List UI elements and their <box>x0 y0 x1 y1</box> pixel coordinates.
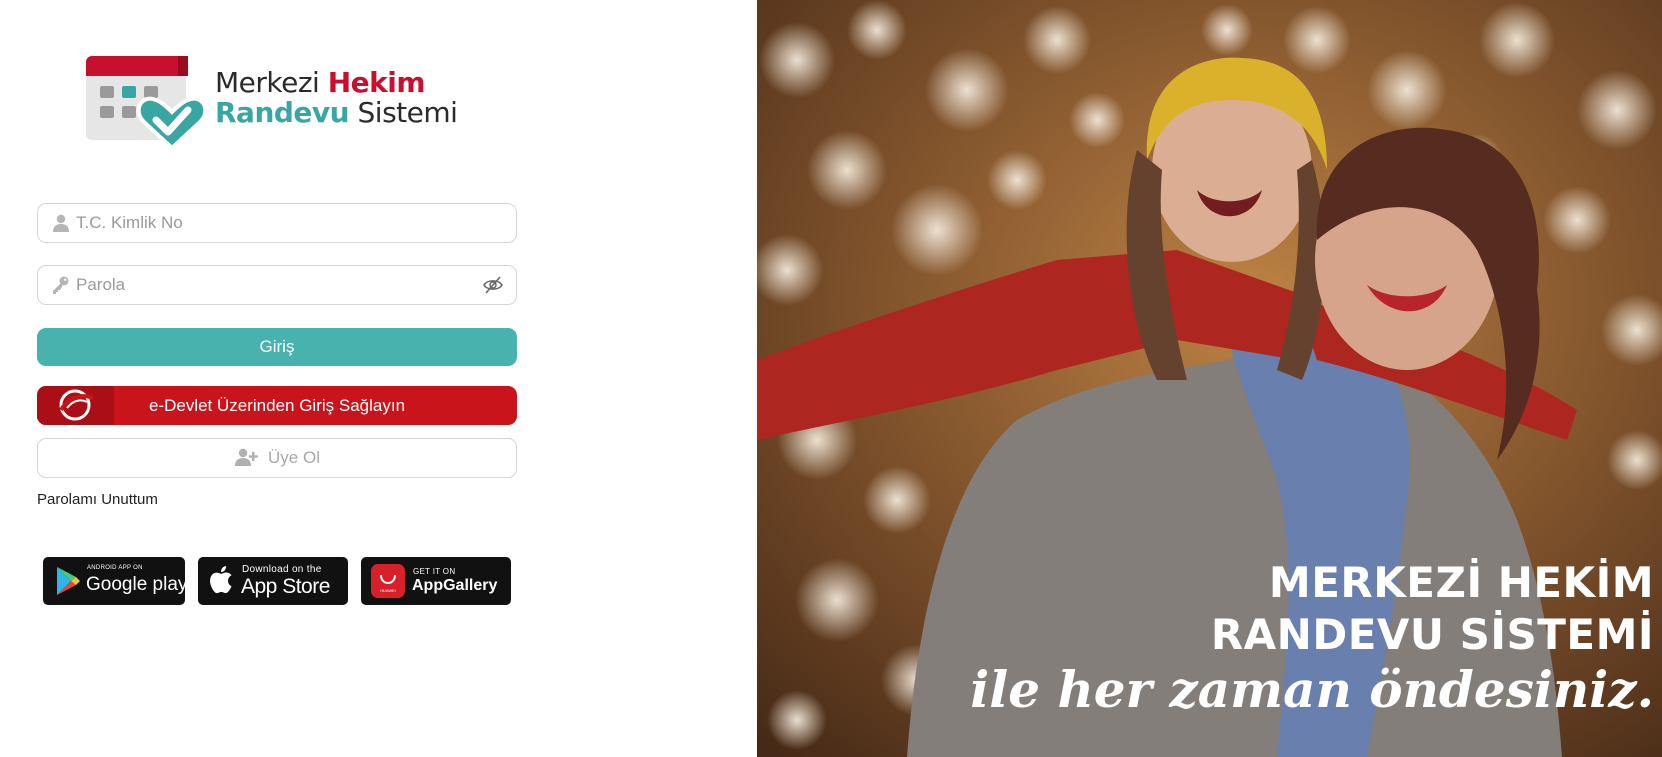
logo-text: Merkezi Hekim Randevu Sistemi <box>215 66 458 129</box>
google-play-text: Google play <box>86 574 185 595</box>
forgot-password-link[interactable]: Parolamı Unuttum <box>37 491 158 508</box>
login-button[interactable]: Giriş <box>37 328 517 366</box>
app-store-badge[interactable]: Download on the App Store <box>198 557 348 605</box>
user-icon <box>53 214 69 232</box>
key-icon <box>53 276 69 294</box>
banner-line-1: MERKEZİ HEKİM <box>1268 558 1654 607</box>
logo-word-hekim: Hekim <box>327 66 426 99</box>
login-panel: Merkezi Hekim Randevu Sistemi T.C. Kimli… <box>0 0 757 757</box>
password-input[interactable] <box>76 266 476 304</box>
logo-word-merkezi: Merkezi <box>215 66 320 99</box>
app-store-small-text: Download on the <box>242 564 322 575</box>
app-store-text: App Store <box>241 575 330 598</box>
calendar-heart-logo-icon <box>86 56 208 151</box>
banner-line-3: ile her zaman öndesiniz. <box>970 660 1654 719</box>
logo-word-randevu: Randevu <box>215 96 350 129</box>
edevlet-login-button[interactable]: e-Devlet Üzerinden Giriş Sağlayın <box>37 386 517 425</box>
signup-button[interactable]: Üye Ol <box>37 438 517 478</box>
hero-banner: MERKEZİ HEKİM RANDEVU SİSTEMİ ile her za… <box>757 0 1662 757</box>
eye-slash-icon[interactable] <box>482 275 504 295</box>
banner-line-2: RANDEVU SİSTEMİ <box>1210 610 1654 659</box>
tc-kimlik-input[interactable] <box>76 204 476 242</box>
app-logo: Merkezi Hekim Randevu Sistemi <box>84 52 484 152</box>
huawei-icon: HUAWEI <box>371 564 405 598</box>
login-page: Merkezi Hekim Randevu Sistemi T.C. Kimli… <box>0 0 1662 757</box>
appgallery-small-text: GET IT ON <box>413 567 456 576</box>
password-field[interactable] <box>37 265 517 305</box>
add-user-icon <box>235 448 258 467</box>
google-play-badge[interactable]: ANDROID APP ON Google play <box>43 557 185 605</box>
appgallery-text: AppGallery <box>412 577 498 594</box>
signup-button-label: Üye Ol <box>268 448 320 467</box>
appgallery-badge[interactable]: HUAWEI GET IT ON AppGallery <box>361 557 511 605</box>
google-play-icon <box>57 567 80 595</box>
google-play-small-text: ANDROID APP ON <box>87 565 143 571</box>
huawei-brand-text: HUAWEI <box>380 588 396 593</box>
apple-icon <box>210 566 232 594</box>
logo-word-sistemi: Sistemi <box>357 96 458 129</box>
tc-kimlik-field[interactable] <box>37 203 517 243</box>
edevlet-button-label: e-Devlet Üzerinden Giriş Sağlayın <box>148 396 406 415</box>
